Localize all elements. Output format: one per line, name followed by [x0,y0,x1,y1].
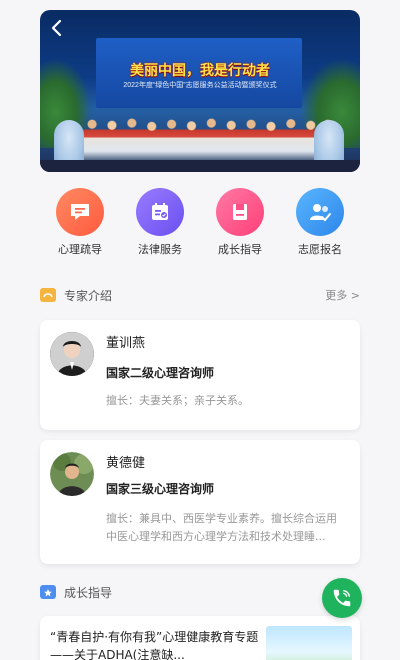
growth-section-icon [40,585,56,599]
growth-article-card[interactable]: “青春自护·有你有我”心理健康教育专题——关于ADHA(注意缺... [40,616,360,660]
menu-item-counseling[interactable]: 心理疏导 [40,188,120,260]
menu-item-legal[interactable]: 法律服务 [120,188,200,260]
back-arrow-icon [51,19,62,37]
banner-subtitle: 2022年度“绿色中国”志愿服务公益活动暨颁奖仪式 [123,82,277,89]
expert-card[interactable]: 黄德健 国家三级心理咨询师 擅长：兼具中、西医学专业素养。擅长综合运用中医心理学… [40,440,360,564]
expert-name: 黄德健 [106,456,146,471]
banner-crowd [58,108,342,162]
menu-label-volunteer: 志愿报名 [298,243,342,256]
call-button[interactable] [322,578,362,618]
book-icon [216,188,264,236]
back-button[interactable] [44,16,68,40]
expert-name: 董训燕 [106,336,146,351]
calendar-icon [136,188,184,236]
expert-card[interactable]: 董训燕 国家二级心理咨询师 擅长：夫妻关系；亲子关系。 [40,320,360,430]
banner-title: 美丽中国，我是行动者 [130,62,270,78]
people-icon [296,188,344,236]
menu-label-growth: 成长指导 [218,243,262,256]
expert-title: 国家二级心理咨询师 [106,366,215,380]
menu-label-counseling: 心理疏导 [58,243,102,256]
banner-image[interactable]: 美丽中国，我是行动者 2022年度“绿色中国”志愿服务公益活动暨颁奖仪式 [40,10,360,172]
banner-stage-floor [40,160,360,172]
avatar [50,332,94,376]
menu-item-growth[interactable]: 成长指导 [200,188,280,260]
growth-section-title: 成长指导 [64,585,113,600]
expert-section-icon [40,288,56,302]
growth-article-title: “青春自护·有你有我”心理健康教育专题——关于ADHA(注意缺... [50,630,259,660]
growth-article-thumbnail [266,626,352,660]
chat-icon [56,188,104,236]
avatar [50,452,94,496]
expert-skill: 擅长：兼具中、西医学专业素养。擅长综合运用中医心理学和西方心理学方法和技术处理睡… [106,512,337,543]
experts-section-header: 专家介绍 更多 > [40,285,360,305]
phone-icon [333,589,351,607]
experts-section-title: 专家介绍 [64,288,113,303]
quick-menu: 心理疏导 法律服务 成长指导 志愿报名 [40,188,360,260]
expert-skill: 擅长：夫妻关系；亲子关系。 [106,394,249,407]
more-link[interactable]: 更多 > [325,287,360,303]
menu-label-legal: 法律服务 [138,243,182,256]
growth-section-header: 成长指导 [40,582,360,602]
expert-title: 国家三级心理咨询师 [106,482,215,496]
menu-item-volunteer[interactable]: 志愿报名 [280,188,360,260]
